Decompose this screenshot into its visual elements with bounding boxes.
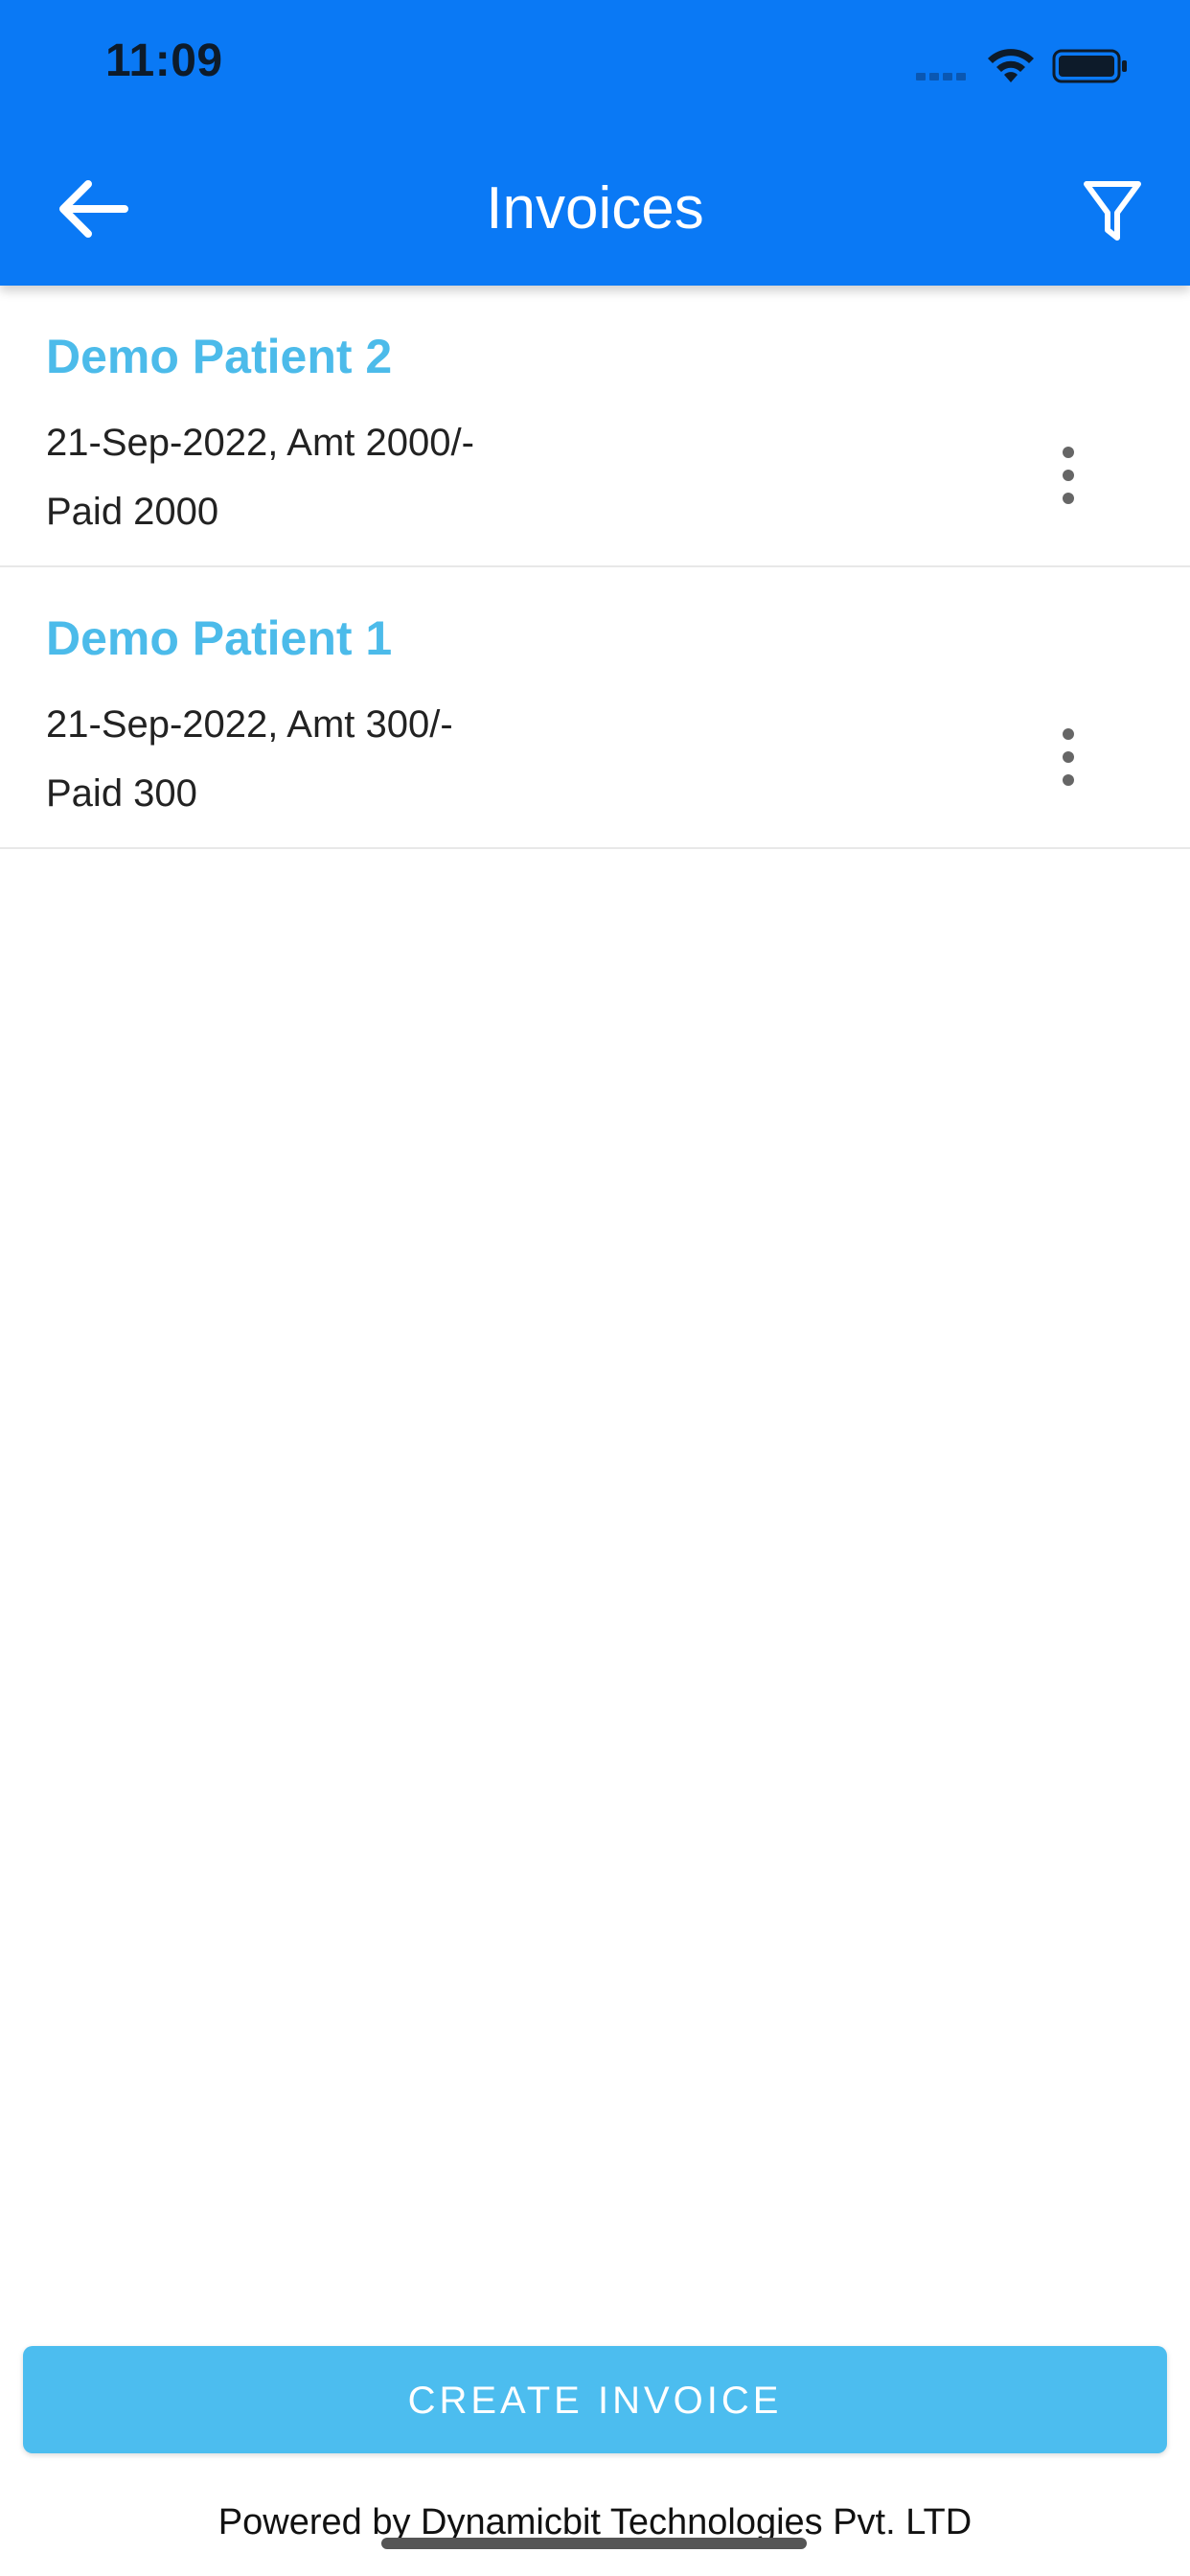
patient-name: Demo Patient 1 [46,611,393,665]
invoice-date-amount: 21-Sep-2022, Amt 300/- [46,703,453,746]
invoice-list-item[interactable]: Demo Patient 1 21-Sep-2022, Amt 300/- Pa… [0,567,1190,849]
more-options-icon[interactable] [1050,728,1088,795]
cellular-signal-icon [916,71,970,80]
home-indicator[interactable] [381,2538,807,2549]
filter-button[interactable] [1081,171,1144,247]
invoice-paid: Paid 2000 [46,491,219,533]
invoice-list: Demo Patient 2 21-Sep-2022, Amt 2000/- P… [0,286,1190,849]
invoice-paid: Paid 300 [46,772,197,815]
invoice-date-amount: 21-Sep-2022, Amt 2000/- [46,422,474,464]
page-title: Invoices [486,175,704,242]
create-invoice-button[interactable]: CREATE INVOICE [23,2346,1167,2453]
app-header: 11:09 Invoices [0,0,1190,286]
battery-icon [1052,49,1127,83]
invoice-list-item[interactable]: Demo Patient 2 21-Sep-2022, Amt 2000/- P… [0,286,1190,567]
filter-icon [1084,181,1141,241]
more-options-icon[interactable] [1050,447,1088,514]
status-time: 11:09 [105,35,223,86]
wifi-icon [988,49,1034,82]
patient-name: Demo Patient 2 [46,330,393,383]
